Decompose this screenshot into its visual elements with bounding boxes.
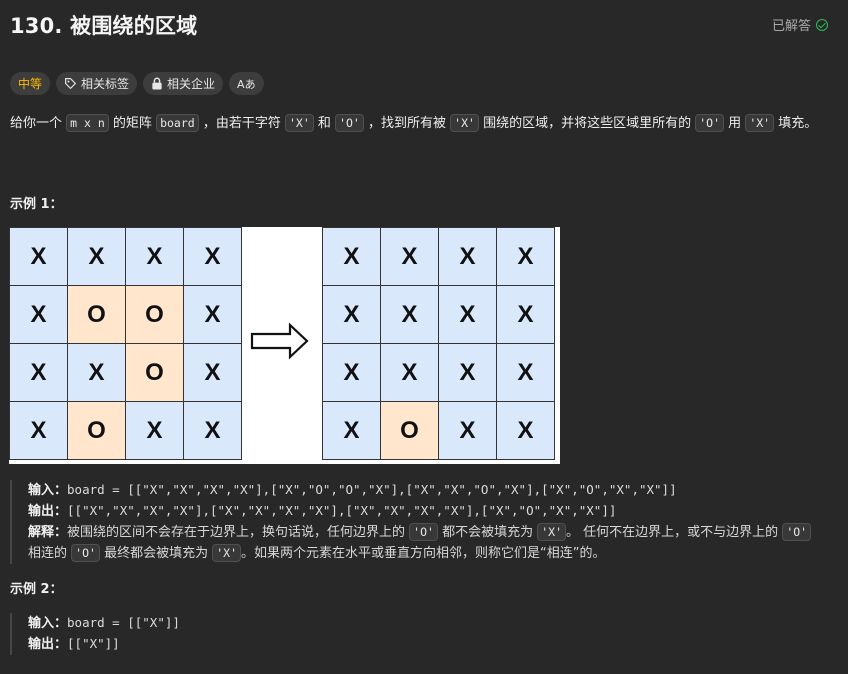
desc-text: ，由若干字符 [202, 116, 281, 131]
problem-title: 130. 被围绕的区域 [10, 14, 198, 38]
example-1-explanation: 解释：被围绕的区间不会存在于边界上，换句话说，任何边界上的 'O' 都不会被填充… [28, 522, 828, 564]
output-label: 输出： [28, 504, 68, 519]
grid-cell: X [323, 228, 380, 285]
inline-code: 'X' [537, 523, 567, 541]
grid-cell: X [439, 228, 496, 285]
solved-label: 已解答 [771, 19, 811, 34]
explain-text: 最终都会被填充为 [104, 546, 209, 561]
solved-status: 已解答 [772, 15, 828, 34]
grid-cell: X [381, 286, 438, 343]
grid-cell: X [10, 228, 67, 285]
right-arrow-icon [250, 322, 309, 360]
desc-text: ，找到所有被 [368, 116, 447, 131]
related-tags-label: 相关标签 [81, 77, 130, 91]
grid-cell: O [126, 286, 183, 343]
explain-text: 。如果两个元素在水平或垂直方向相邻，则称它们是“相连”的。 [241, 546, 606, 561]
grid-cell: X [10, 402, 67, 459]
example-1-input: 输入：board = [["X","X","X","X"],["X","O","… [28, 480, 840, 501]
grid-cell: X [323, 286, 380, 343]
inline-code: 'O' [695, 114, 725, 132]
grid-cell: X [126, 402, 183, 459]
desc-text: 和 [317, 116, 331, 131]
desc-text: 用 [728, 116, 742, 131]
font-toggle-button[interactable]: Aあ [229, 72, 264, 95]
inline-code: board [156, 114, 199, 132]
example-1-title: 示例 1： [10, 197, 63, 212]
explain-text: 相连的 [28, 546, 68, 561]
example-2-input: 输入：board = [["X"]] [28, 613, 180, 634]
example-2-block: 输入：board = [["X"]] 输出：[["X"]] [10, 613, 180, 655]
grid-cell: X [497, 228, 554, 285]
related-companies-label: 相关企业 [167, 77, 216, 91]
grid-cell: X [184, 228, 241, 285]
inline-code: 'X' [745, 114, 775, 132]
inline-code: 'O' [71, 544, 100, 562]
grid-cell: X [381, 344, 438, 401]
desc-text: 填充。 [778, 116, 818, 131]
input-label: 输入： [28, 616, 68, 631]
output-value: [["X"]] [67, 636, 120, 651]
inline-code: 'O' [782, 523, 812, 541]
desc-text: 围绕的区域，并将这些区域里所有的 [483, 116, 692, 131]
example-1-output: 输出：[["X","X","X","X"],["X","X","X","X"],… [28, 501, 840, 522]
grid-cell: X [497, 344, 554, 401]
grid-cell: X [323, 344, 380, 401]
tag-bar: 中等 相关标签 相关企业 Aあ [10, 72, 264, 95]
grid-cell: X [10, 286, 67, 343]
input-value: board = [["X"]] [67, 615, 180, 630]
example-1-figure: XXXXXOOXXXOXXOXX XXXXXXXXXXXXXOXX [9, 227, 560, 464]
grid-cell: X [184, 286, 241, 343]
grid-cell: X [184, 402, 241, 459]
grid-cell: X [68, 344, 125, 401]
grid-cell: O [381, 402, 438, 459]
input-value: board = [["X","X","X","X"],["X","O","O",… [67, 482, 677, 497]
grid-cell: X [439, 402, 496, 459]
grid-before: XXXXXOOXXXOXXOXX [9, 227, 242, 460]
example-2-title: 示例 2： [10, 582, 63, 597]
grid-cell: X [126, 228, 183, 285]
check-circle-icon [816, 18, 828, 31]
grid-cell: X [497, 286, 554, 343]
inline-code: 'X' [450, 114, 479, 132]
grid-cell: X [184, 344, 241, 401]
inline-code: 'O' [409, 523, 438, 541]
grid-cell: X [497, 402, 554, 459]
grid-cell: X [323, 402, 380, 459]
explain-text: 。 任何不在边界上，或不与边界上的 [566, 525, 779, 540]
related-tags-button[interactable]: 相关标签 [56, 72, 138, 95]
explain-label: 解释： [28, 525, 68, 540]
desc-text: 给你一个 [10, 116, 63, 131]
tag-icon [65, 78, 76, 89]
explain-text: 都不会被填充为 [442, 525, 534, 540]
inline-code: 'O' [335, 114, 364, 132]
grid-cell: X [10, 344, 67, 401]
difficulty-label: 中等 [18, 77, 43, 91]
explain-text: 被围绕的区间不会存在于边界上，换句话说，任何边界上的 [67, 525, 406, 540]
difficulty-badge: 中等 [10, 72, 51, 95]
grid-cell: X [439, 286, 496, 343]
output-value: [["X","X","X","X"],["X","X","X","X"],["X… [67, 503, 617, 518]
related-companies-button[interactable]: 相关企业 [143, 72, 224, 95]
grid-after: XXXXXXXXXXXXXOXX [322, 227, 555, 460]
input-label: 输入： [28, 483, 68, 498]
inline-code: 'X' [212, 544, 242, 562]
inline-code: 'X' [285, 114, 314, 132]
grid-cell: O [68, 402, 125, 459]
desc-text: 的矩阵 [112, 116, 152, 131]
example-1-block: 输入：board = [["X","X","X","X"],["X","O","… [10, 480, 840, 564]
problem-description: 给你一个 m x n 的矩阵 board ，由若干字符 'X' 和 'O' ，找… [10, 112, 830, 135]
output-label: 输出： [28, 637, 68, 652]
grid-cell: O [126, 344, 183, 401]
example-2-output: 输出：[["X"]] [28, 634, 180, 655]
grid-cell: X [439, 344, 496, 401]
inline-code: m x n [66, 114, 109, 132]
grid-cell: X [381, 228, 438, 285]
translate-icon: Aあ [237, 77, 256, 91]
grid-cell: O [68, 286, 125, 343]
lock-icon [152, 77, 162, 90]
grid-cell: X [68, 228, 125, 285]
